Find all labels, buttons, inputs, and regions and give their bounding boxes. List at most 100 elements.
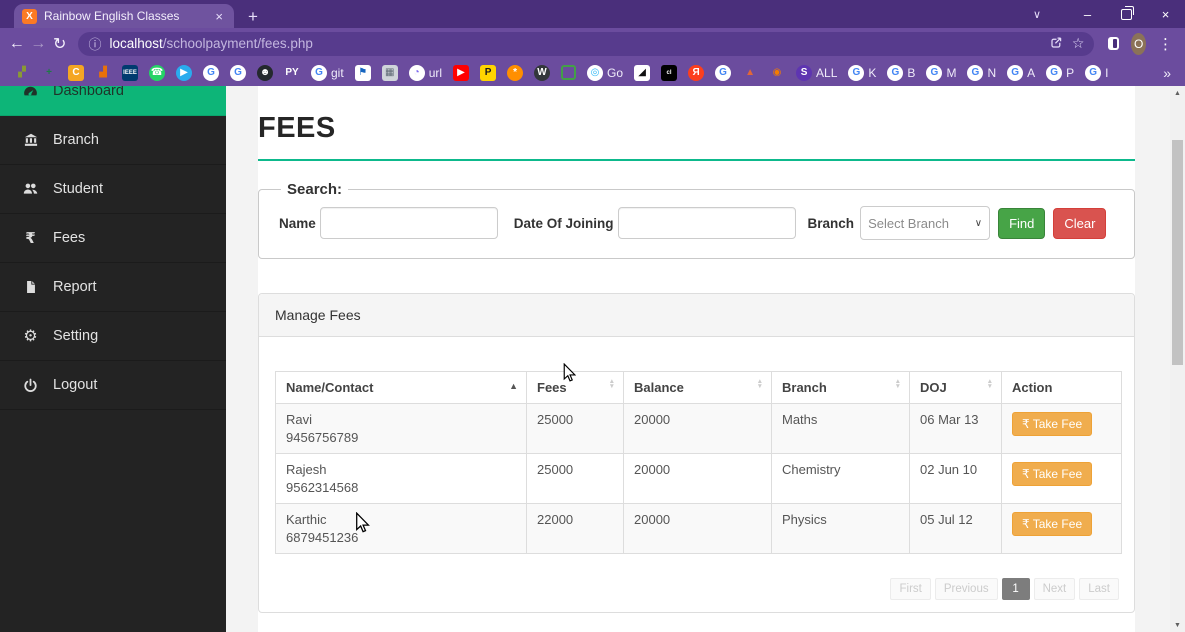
minimize-button[interactable]: – bbox=[1068, 0, 1107, 28]
url-bar[interactable]: ⓘ localhost/schoolpayment/fees.php ☆ bbox=[78, 31, 1095, 56]
bookmark-yandex[interactable]: Я bbox=[688, 64, 705, 81]
bookmarks-overflow-icon[interactable]: » bbox=[1157, 65, 1171, 81]
sidebar-item-setting[interactable]: ⚙ Setting bbox=[0, 312, 226, 361]
bookmark-gray-tool[interactable]: ▦ bbox=[381, 64, 398, 81]
sort-asc-icon: ▲ bbox=[509, 381, 518, 391]
chevron-down-icon: ∨ bbox=[974, 217, 983, 229]
bookmark-p-yellow[interactable]: P bbox=[480, 64, 497, 81]
branch-select[interactable]: Select Branch ∨ bbox=[860, 206, 991, 240]
bookmark-dark-w[interactable]: W bbox=[534, 64, 551, 81]
take-fee-button[interactable]: ₹ Take Fee bbox=[1012, 412, 1093, 436]
sidebar-item-logout[interactable]: Logout bbox=[0, 361, 226, 410]
bookmark-google[interactable]: Ggit bbox=[311, 64, 344, 81]
bank-icon bbox=[21, 132, 40, 148]
google-icon: G bbox=[848, 64, 865, 81]
bookmark-google[interactable]: GB bbox=[887, 64, 915, 81]
restore-icon bbox=[1121, 5, 1134, 20]
doj-input[interactable] bbox=[617, 207, 796, 239]
bookmark-green-cross[interactable]: + bbox=[41, 65, 57, 81]
col-doj[interactable]: DOJ ▲ ▼ bbox=[909, 371, 1002, 404]
bookmark-go-swirl[interactable]: ◎ Go bbox=[587, 64, 623, 81]
back-icon[interactable]: ← bbox=[8, 31, 25, 57]
bookmark-google[interactable]: GA bbox=[1007, 64, 1035, 81]
sidebar-item-report[interactable]: Report bbox=[0, 263, 226, 312]
title-divider bbox=[258, 159, 1135, 161]
pagination-page-1[interactable]: 1 bbox=[1001, 578, 1030, 600]
sidebar-item-branch[interactable]: Branch bbox=[0, 116, 226, 165]
bookmark-duck[interactable]: ◢ bbox=[634, 64, 651, 81]
share-icon[interactable] bbox=[1049, 35, 1064, 53]
rupee-icon: ₹ bbox=[25, 230, 36, 247]
find-button[interactable]: Find bbox=[998, 207, 1046, 239]
cl-black-icon: cl bbox=[661, 64, 678, 81]
bookmark-cl-black[interactable]: cl bbox=[661, 64, 678, 81]
ieee-icon: IEEE bbox=[122, 64, 138, 81]
bookmark-telegram[interactable]: ▶ bbox=[176, 64, 192, 81]
bookmark-google[interactable]: GN bbox=[967, 64, 996, 81]
side-panel-icon[interactable] bbox=[1108, 37, 1120, 50]
pagination-previous[interactable]: Previous bbox=[934, 578, 998, 600]
pagination-last[interactable]: Last bbox=[1079, 578, 1119, 600]
bookmark-google[interactable]: G bbox=[230, 64, 246, 81]
sidebar: Dashboard Branch Student ₹ Fees Report ⚙… bbox=[0, 86, 226, 632]
scrollbar-thumb[interactable] bbox=[1172, 140, 1183, 365]
forward-icon[interactable]: → bbox=[29, 31, 46, 57]
bookmark-google[interactable]: GK bbox=[848, 64, 876, 81]
browser-tab[interactable]: X Rainbow English Classes × bbox=[14, 4, 234, 28]
browser-menu-icon[interactable]: ⋮ bbox=[1158, 35, 1173, 53]
col-name-contact[interactable]: Name/Contact ▲ bbox=[275, 371, 527, 404]
col-branch[interactable]: Branch ▲ ▼ bbox=[771, 371, 910, 404]
close-button[interactable]: × bbox=[1146, 0, 1185, 28]
new-tab-button[interactable]: + bbox=[248, 8, 258, 25]
student-name: Karthic bbox=[286, 512, 327, 527]
tab-search-icon[interactable]: ∨ bbox=[1020, 0, 1054, 28]
pagination-next[interactable]: Next bbox=[1033, 578, 1076, 600]
clear-button[interactable]: Clear bbox=[1053, 207, 1107, 239]
profile-avatar[interactable]: O bbox=[1131, 32, 1147, 55]
branch-value: Physics bbox=[771, 503, 910, 554]
sort-both-icon: ▲ ▼ bbox=[986, 378, 993, 391]
tab-close-icon[interactable]: × bbox=[212, 9, 226, 24]
bookmark-orange-badge[interactable]: C bbox=[68, 64, 84, 81]
sort-both-icon: ▲ ▼ bbox=[756, 378, 763, 391]
take-fee-button[interactable]: ₹ Take Fee bbox=[1012, 512, 1093, 536]
bookmark-google[interactable]: G bbox=[715, 64, 732, 81]
bookmark-whatsapp[interactable]: ☎ bbox=[149, 64, 165, 81]
sidebar-item-dashboard[interactable]: Dashboard bbox=[0, 86, 226, 116]
reload-icon[interactable]: ↻ bbox=[51, 31, 68, 57]
bookmark-google[interactable]: GM bbox=[926, 64, 956, 81]
bookmark-eye-orange[interactable]: ◉ bbox=[769, 65, 785, 81]
sort-both-icon: ▲ ▼ bbox=[894, 378, 901, 391]
bookmark-python-text[interactable]: PY bbox=[284, 65, 300, 81]
bookmark-google[interactable]: GI bbox=[1085, 64, 1108, 81]
bookmark-google[interactable]: GP bbox=[1046, 64, 1074, 81]
bookmark-chart-leaf[interactable]: ▞ bbox=[14, 65, 30, 81]
sidebar-item-fees[interactable]: ₹ Fees bbox=[0, 214, 226, 263]
bookmark-youtube[interactable]: ▶ bbox=[453, 64, 470, 81]
take-fee-button[interactable]: ₹ Take Fee bbox=[1012, 462, 1093, 486]
bookmark-star-icon[interactable]: ☆ bbox=[1072, 35, 1085, 52]
scroll-up-icon[interactable]: ▲ bbox=[1170, 86, 1185, 100]
s-violet-icon: S bbox=[796, 64, 813, 81]
browser-window: X Rainbow English Classes × + ∨ – × ← → … bbox=[0, 0, 1185, 632]
col-fees[interactable]: Fees ▲ ▼ bbox=[526, 371, 624, 404]
bookmark-matlab[interactable]: ▲ bbox=[742, 65, 758, 81]
bookmark-github[interactable]: ☻ bbox=[257, 64, 273, 81]
page-scrollbar[interactable]: ▲ ▼ bbox=[1170, 86, 1185, 632]
bookmark-url-tool[interactable]: ◔ url bbox=[408, 64, 442, 81]
pagination-first[interactable]: First bbox=[890, 578, 931, 600]
sidebar-item-student[interactable]: Student bbox=[0, 165, 226, 214]
bookmark-analytics-bars[interactable]: ▟ bbox=[95, 65, 111, 81]
bookmark-camera-orange[interactable]: * bbox=[507, 64, 524, 81]
restore-button[interactable] bbox=[1107, 0, 1146, 28]
scroll-down-icon[interactable]: ▼ bbox=[1170, 618, 1185, 632]
bookmark-blue-flag[interactable]: ⚑ bbox=[354, 64, 371, 81]
green-cross-icon: + bbox=[46, 66, 52, 78]
name-input[interactable] bbox=[319, 207, 498, 239]
site-info-icon[interactable]: ⓘ bbox=[88, 34, 101, 53]
bookmark-s-violet[interactable]: S ALL bbox=[796, 64, 837, 81]
bookmark-green-ring[interactable] bbox=[561, 65, 577, 80]
bookmark-google[interactable]: G bbox=[203, 64, 219, 81]
bookmark-ieee[interactable]: IEEE bbox=[122, 64, 138, 81]
col-balance[interactable]: Balance ▲ ▼ bbox=[623, 371, 772, 404]
